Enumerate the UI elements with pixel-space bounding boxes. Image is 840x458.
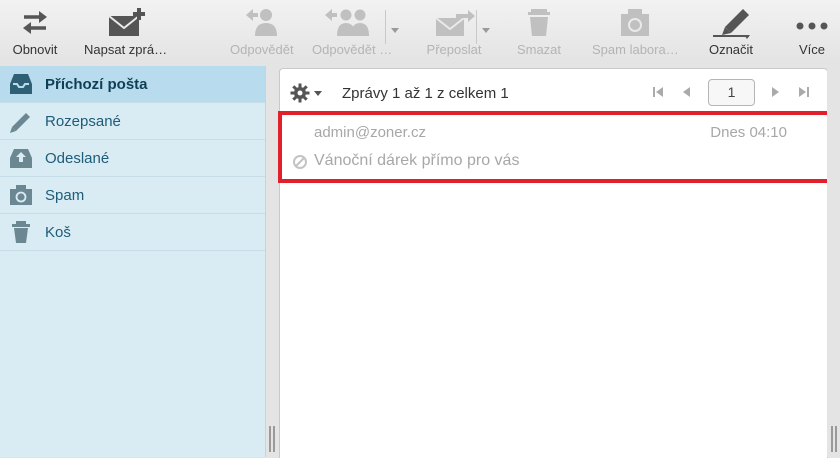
spam-lab-icon [605, 4, 665, 40]
message-count-text: Zprávy 1 až 1 z celkem 1 [342, 85, 509, 102]
message-sender: admin@zoner.cz [314, 124, 426, 141]
trash-icon [7, 218, 35, 246]
more-label: Více [798, 42, 825, 57]
folder-sidebar: Příchozí pošta Rozepsané Odeslané Spam K… [0, 66, 266, 457]
next-page-icon[interactable] [767, 84, 783, 100]
first-page-icon[interactable] [650, 84, 666, 100]
sidebar-item-label: Koš [45, 223, 71, 241]
forward-icon [424, 4, 484, 40]
forward-dropdown-caret-icon[interactable] [481, 22, 491, 34]
list-options-button[interactable] [290, 82, 326, 104]
spam-lab-button[interactable]: Spam labora… [592, 4, 679, 60]
sent-icon [7, 144, 35, 172]
trash-icon [509, 4, 569, 40]
inbox-icon [7, 70, 35, 98]
compose-label: Napsat zprá… [84, 42, 168, 57]
delete-label: Smazat [516, 42, 562, 57]
spam-lab-label: Spam labora… [592, 42, 679, 57]
refresh-label: Obnovit [12, 42, 58, 57]
splitter-grip [831, 426, 833, 452]
reply-all-button[interactable]: Odpovědět … [312, 4, 392, 60]
reply-label: Odpovědět [230, 42, 294, 57]
sidebar-item-sent[interactable]: Odeslané [0, 140, 265, 177]
mark-label: Označit [708, 42, 754, 57]
last-page-icon[interactable] [796, 84, 812, 100]
reply-all-dropdown-caret-icon[interactable] [390, 22, 400, 34]
toolbar-divider [385, 10, 386, 44]
toolbar: Obnovit Napsat zprá… Odpovědět Odpovědět… [0, 0, 840, 64]
chevron-down-icon [314, 91, 322, 96]
reply-button[interactable]: Odpovědět [230, 4, 294, 60]
toolbar-divider [476, 10, 477, 44]
message-subject: Vánoční dárek přímo pro vás [314, 152, 520, 169]
refresh-button[interactable]: Obnovit [5, 4, 65, 60]
pencil-icon [7, 107, 35, 135]
sidebar-item-inbox[interactable]: Příchozí pošta [0, 66, 265, 103]
pane-splitter[interactable] [266, 66, 278, 457]
sidebar-item-trash[interactable]: Koš [0, 214, 265, 251]
forward-button[interactable]: Přeposlat [424, 4, 484, 60]
compose-icon [96, 4, 156, 40]
reply-all-label: Odpovědět … [312, 42, 393, 57]
sidebar-item-label: Odeslané [45, 149, 110, 167]
compose-button[interactable]: Napsat zprá… [84, 4, 167, 60]
forward-label: Přeposlat [426, 42, 482, 57]
blocked-status-icon [292, 154, 308, 170]
refresh-icon [5, 4, 65, 40]
message-list-header: Zprávy 1 až 1 z celkem 1 1 [280, 69, 827, 115]
mark-button[interactable]: Označit [701, 4, 761, 60]
message-list-panel: Zprávy 1 až 1 z celkem 1 1 admin@zoner.c… [279, 68, 828, 458]
sidebar-item-label: Příchozí pošta [45, 75, 148, 93]
marker-icon [701, 4, 761, 40]
splitter-grip [835, 426, 837, 452]
right-pane-edge [827, 66, 840, 457]
previous-page-icon[interactable] [679, 84, 695, 100]
reply-icon [232, 4, 292, 40]
gear-icon [290, 83, 310, 103]
sidebar-item-drafts[interactable]: Rozepsané [0, 103, 265, 140]
spam-icon [7, 181, 35, 209]
sidebar-item-label: Rozepsané [45, 112, 121, 130]
more-dots-icon [782, 4, 840, 40]
sidebar-item-label: Spam [45, 186, 85, 204]
message-row[interactable]: admin@zoner.cz Dnes 04:10 Vánoční dárek … [282, 114, 825, 178]
sidebar-item-spam[interactable]: Spam [0, 177, 265, 214]
splitter-grip [273, 426, 275, 452]
splitter-grip [269, 426, 271, 452]
reply-all-icon [322, 4, 382, 40]
page-number-input[interactable]: 1 [708, 79, 755, 106]
message-date: Dnes 04:10 [710, 124, 787, 141]
delete-button[interactable]: Smazat [509, 4, 569, 60]
more-button[interactable]: Více [782, 4, 840, 60]
